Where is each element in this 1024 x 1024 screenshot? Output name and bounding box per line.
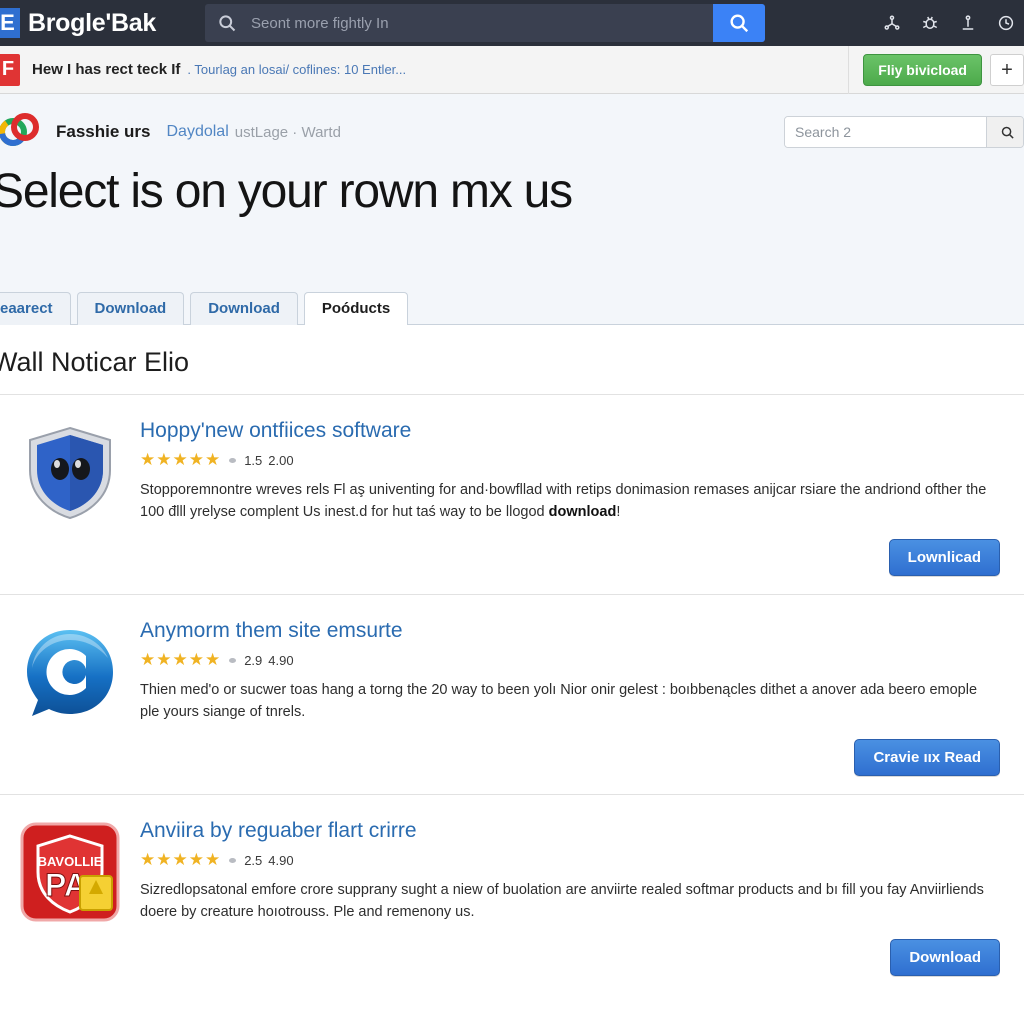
rating-value: 1.5 (244, 452, 263, 468)
blue-shield-icon[interactable] (0, 419, 140, 525)
share-icon[interactable] (882, 13, 902, 33)
page-search-box[interactable] (784, 116, 1024, 148)
page-title: Select is on your rown mx us (0, 165, 573, 218)
rating: ★★★★★ 2.9 4.90 (140, 650, 1000, 670)
list-item: Hoppy'new ontfiices software ★★★★★ 1.5 2… (0, 395, 1024, 594)
star-rating-icon: ★★★★★ (140, 850, 222, 870)
rating-value: 2.9 (244, 652, 263, 668)
separator-dot-icon (229, 857, 237, 863)
list-item-body: Hoppy'new ontfiices software ★★★★★ 1.5 2… (140, 419, 1024, 577)
tab-products[interactable]: Poóducts (303, 292, 409, 325)
list-item-action: Cravie ııx Read (140, 723, 1000, 777)
list-item-title[interactable]: Anviira by reguaber flart crirre (140, 819, 1000, 843)
download-button[interactable]: Download (890, 939, 1000, 977)
search-submit-button[interactable] (713, 4, 765, 42)
description-bold-link[interactable]: download (549, 504, 617, 520)
list-item-description: Sizredlopsatonal emfore crore supprany s… (140, 879, 1000, 923)
breadcrumb-link[interactable]: Daydolal (167, 123, 229, 141)
list-item-title[interactable]: Anymorm them site emsurte (140, 619, 1000, 643)
list-item-title[interactable]: Hoppy'new ontfiices software (140, 419, 1000, 443)
notice-link[interactable]: . Tourlag an losai/ coflines: 10 Entler.… (187, 62, 406, 77)
download-icon[interactable] (958, 13, 978, 33)
list-item-action: Download (140, 923, 1000, 977)
rating-max: 4.90 (268, 852, 294, 868)
page-search-button[interactable] (986, 117, 1023, 147)
page-header: Fasshie urs Daydolal ustLage · Wartd Sel… (0, 94, 1024, 289)
list-item-action: Lownlicad (140, 523, 1000, 577)
rating-max: 2.00 (268, 452, 294, 468)
rating-max: 4.90 (268, 652, 294, 668)
tab-bar: eaarect Download Download Poóducts (0, 289, 1024, 325)
red-shield-icon[interactable]: BAVOLLIE PA (0, 819, 140, 925)
notice-badge-icon: F (0, 53, 20, 86)
star-rating-icon: ★★★★★ (140, 650, 222, 670)
tab-eaarect[interactable]: eaarect (0, 292, 71, 325)
description-text-part2: ! (616, 504, 621, 521)
list-item-description: Thien med'o or sucwer toas hang a torng … (140, 679, 1000, 723)
brand-mark-icon[interactable]: E (0, 8, 20, 38)
colorful-ring-logo-icon[interactable] (0, 112, 42, 152)
rating: ★★★★★ 2.5 4.90 (140, 850, 1000, 870)
brand-title[interactable]: Brogle'Bak (28, 9, 156, 38)
bug-icon[interactable] (920, 13, 940, 33)
tab-download-2[interactable]: Download (190, 292, 298, 325)
top-navigation-bar: E Brogle'Bak (0, 0, 1024, 46)
list-item-body: Anviira by reguaber flart crirre ★★★★★ 2… (140, 819, 1024, 977)
page-search-input[interactable] (785, 117, 986, 147)
global-search-box[interactable] (205, 4, 765, 42)
list-item-body: Anymorm them site emsurte ★★★★★ 2.9 4.90… (140, 619, 1024, 777)
list-item: BAVOLLIE PA Anviira by reguaber flart cr… (0, 795, 1024, 994)
list-item-description: Stopporemnontre wreves rels Fl aş univen… (140, 479, 1000, 523)
list-item: Anymorm them site emsurte ★★★★★ 2.9 4.90… (0, 595, 1024, 794)
download-button[interactable]: Lownlicad (888, 539, 1000, 577)
separator-dot-icon (229, 657, 237, 663)
global-search-input[interactable] (249, 4, 713, 42)
breadcrumb-tail: ustLage · Wartd (234, 123, 341, 141)
notice-headline: Hew I has rect teck If (32, 61, 181, 78)
tab-download-1[interactable]: Download (76, 292, 185, 325)
notice-primary-button[interactable]: Fliy bivicload (863, 54, 982, 86)
description-text-part1: Sizredlopsatonal emfore crore supprany s… (140, 882, 984, 921)
rating-value: 2.5 (244, 852, 263, 868)
notice-actions: Fliy bivicload + (848, 46, 1024, 94)
blue-c-chat-icon[interactable] (0, 619, 140, 725)
notice-bar: F Hew I has rect teck If . Tourlag an lo… (0, 46, 1024, 94)
plus-icon[interactable]: + (990, 54, 1024, 86)
rating: ★★★★★ 1.5 2.00 (140, 450, 1000, 470)
read-more-button[interactable]: Cravie ııx Read (854, 739, 1000, 777)
top-nav-icon-group (882, 0, 1018, 46)
star-rating-icon: ★★★★★ (140, 450, 222, 469)
main-content: Wall Noticar Elio Hoppy'new ontfiices so… (0, 347, 1024, 995)
site-name: Fasshie urs (56, 122, 151, 141)
search-icon (205, 4, 249, 42)
clock-icon[interactable] (996, 13, 1016, 33)
section-title: Wall Noticar Elio (0, 347, 190, 377)
separator-dot-icon (229, 457, 237, 463)
description-text-part1: Thien med'o or sucwer toas hang a torng … (140, 682, 978, 721)
